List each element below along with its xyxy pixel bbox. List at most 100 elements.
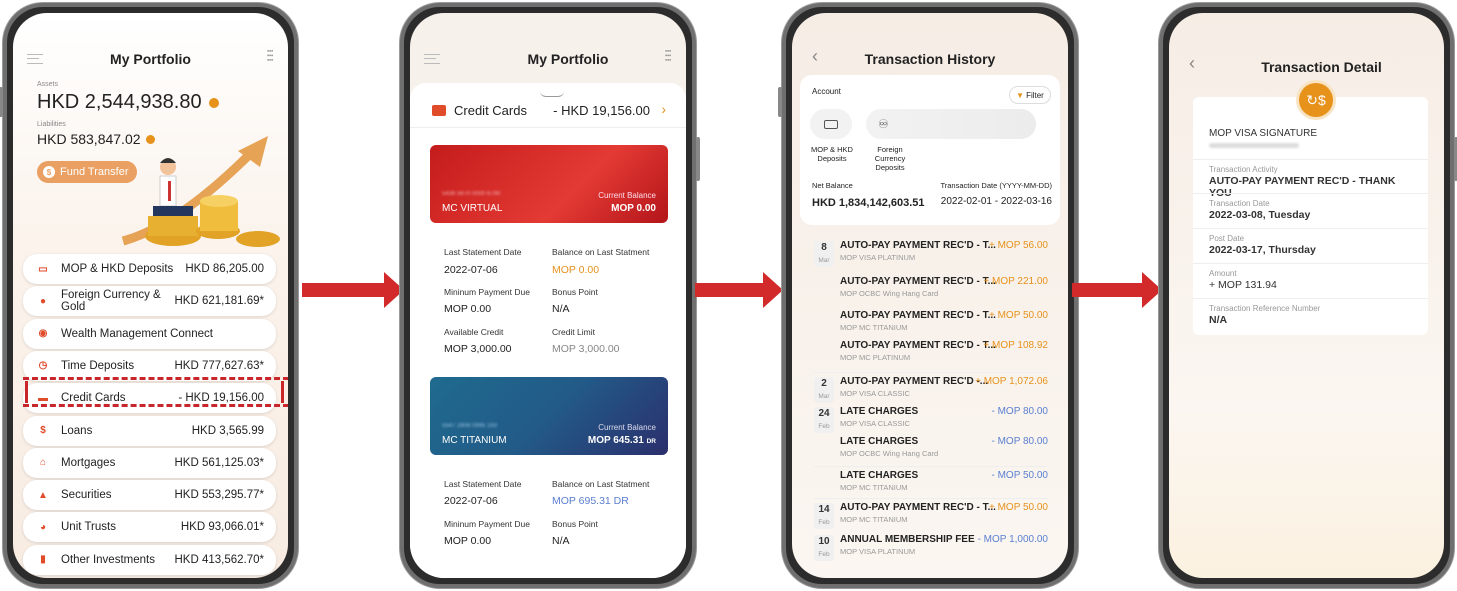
net-balance-label: Net Balance [812,181,853,190]
money-bag-icon: $ [40,425,46,436]
date-badge: 2 Mar [814,377,834,403]
transaction-row[interactable]: 24 Feb LATE CHARGES MOP VISA CLASSIC - MOP 8… [814,405,1048,435]
flow-arrow [302,272,404,308]
portfolio-row[interactable]: ▭ MOP & HKD Deposits HKD 86,205.00 [23,254,276,284]
field-label: Balance on Last Statment [552,247,650,257]
transaction-title: AUTO-PAY PAYMENT REC'D - T... [840,502,996,513]
transaction-card: MOP VISA PLATINUM [840,547,916,556]
portfolio-row[interactable]: ◉ Wealth Management Connect [23,318,276,349]
phone-portfolio: My Portfolio ⫶⫶⫶ Assets HKD 2,544,938.80… [0,3,298,588]
sheet: Credit Cards - HKD 19,156.00 › 5436 5670… [410,83,686,578]
transaction-title: AUTO-PAY PAYMENT REC'D - T... [840,240,996,251]
transaction-row[interactable]: LATE CHARGES MOP OCBC Wing Hang Card - MOP… [814,435,1048,465]
transaction-row[interactable]: 8 Mar AUTO-PAY PAYMENT REC'D - T... MOP VIS… [814,239,1048,269]
filter-label: Filter [1026,90,1044,100]
transaction-amount: + MOP 50.00 [988,310,1048,321]
back-icon[interactable]: ‹ [1189,53,1195,74]
transaction-title: LATE CHARGES [840,436,919,447]
transaction-card: MOP OCBC Wing Hang Card [840,289,939,298]
card-mc-virtual[interactable]: 5436 5670 0000 6790 MC VIRTUAL Current B… [430,145,668,223]
transaction-row[interactable]: 2 Mar AUTO-PAY PAYMENT REC'D -... MOP VISA … [814,372,1048,405]
filter-icon: ▼ [1016,90,1025,100]
ref-label: Transaction Reference Number [1209,304,1321,313]
field-label: Credit Limit [552,327,595,337]
row-label: Securities [61,489,112,502]
portfolio-row[interactable]: ◕ Unit Trusts HKD 93,066.01* [23,512,276,543]
portfolio-row[interactable]: ● Foreign Currency & Gold HKD 621,181.69* [23,286,276,317]
transaction-title: AUTO-PAY PAYMENT REC'D - T... [840,340,996,351]
field-label: Balance on Last Statment [552,479,650,489]
chevron-right-icon[interactable]: › [661,101,666,117]
info-icon[interactable] [209,98,220,108]
securities-icon: ▲ [38,489,48,501]
transaction-title: LATE CHARGES [840,406,919,417]
row-value: HKD 93,066.01* [180,521,264,534]
credit-cards-screen: My Portfolio ⫶⫶⫶ Credit Cards - HKD 19,1… [410,13,686,578]
transaction-row[interactable]: AUTO-PAY PAYMENT REC'D - T... MOP OCBC Wi… [814,275,1048,305]
transaction-row[interactable]: AUTO-PAY PAYMENT REC'D - T... MOP MC PLAT… [814,339,1048,369]
card-number: 5436 5670 0000 6790 [442,191,501,197]
account-mop-hkd[interactable] [810,109,852,139]
field-value: N/A [552,535,570,547]
account-label: Account [812,87,841,96]
portfolio-row[interactable]: ▲ Securities HKD 553,295.77* [23,480,276,511]
field-label: Last Statement Date [444,247,522,257]
activity-label: Transaction Activity [1209,165,1278,174]
transaction-amount: - MOP 1,000.00 [977,534,1048,545]
transaction-card: MOP MC TITANIUM [840,515,908,524]
portfolio-row[interactable]: $ Loans HKD 3,565.99 [23,415,276,446]
highlight-left-edge [25,381,28,403]
card-name: MOP VISA SIGNATURE [1209,128,1317,139]
cash-icon [824,119,838,129]
highlight-right-edge [281,381,284,403]
account-foreign[interactable]: ♾ [866,109,1036,139]
transaction-row[interactable]: 10 Feb ANNUAL MEMBERSHIP FEE MOP VISA PLATI… [814,533,1048,563]
row-value: HKD 777,627.63* [174,359,264,372]
date-month: Mar [818,393,830,400]
portfolio-row[interactable]: ▮ Other Investments HKD 413,562.70* [23,544,276,575]
field-value: 2022-07-06 [444,264,498,276]
divider [410,127,686,128]
card-name: MC TITANIUM [442,435,507,446]
divider [1193,193,1428,194]
settings-sliders-icon[interactable]: ⫶⫶⫶ [266,49,274,67]
row-label: Loans [61,424,93,437]
date-day: 24 [818,408,830,419]
time-deposit-icon: ◷ [38,360,48,372]
row-label: Unit Trusts [61,521,116,534]
field-value: MOP 0.00 [552,264,600,276]
row-value: HKD 621,181.69* [174,295,264,308]
menu-icon[interactable] [424,54,440,64]
settings-sliders-icon[interactable]: ⫶⫶⫶ [664,49,672,67]
transaction-card: MOP MC TITANIUM [840,483,908,492]
transaction-title: AUTO-PAY PAYMENT REC'D - T... [840,276,996,287]
ref-value: N/A [1209,314,1228,326]
divider [1193,228,1428,229]
portfolio-screen: My Portfolio ⫶⫶⫶ Assets HKD 2,544,938.80… [13,13,288,578]
date-month: Mar [818,257,830,264]
phone-transaction-history: ‹ Transaction History Account ▼ Filter ♾ … [778,3,1078,588]
field-label: Last Statement Date [444,479,522,489]
detail-card-name: MOP VISA SIGNATURE [1193,127,1428,148]
transaction-row[interactable]: LATE CHARGES MOP MC TITANIUM - MOP 50.00 [814,466,1048,499]
field-label: Mininum Payment Due [444,287,530,297]
date-day: 8 [821,242,827,253]
assets-value-wrap: HKD 2,544,938.80 [37,91,220,114]
portfolio-row[interactable]: ⌂ Mortgages HKD 561,125.03* [23,447,276,478]
transfer-icon: ↻$ [1299,83,1333,117]
section-label: Credit Cards [454,103,527,118]
date-range[interactable]: 2022-02-01 - 2022-03-16 [941,196,1052,207]
date-label: Transaction Date (YYYY-MM-DD) [940,181,1052,190]
balance-wrap: MOP 645.31 DR [588,435,656,446]
phone-transaction-detail: ‹ Transaction Detail ↻$ MOP VISA SIGNATU… [1159,3,1457,588]
date-month: Feb [818,551,830,558]
card-mc-titanium[interactable]: 5547 2808 0995 193 MC TITANIUM Current B… [430,377,668,455]
side-button [778,87,782,117]
row-value: HKD 3,565.99 [191,424,264,437]
transaction-row[interactable]: AUTO-PAY PAYMENT REC'D - T... MOP MC TITA… [814,309,1048,339]
sheet-handle-icon[interactable] [540,91,564,97]
detail-post-date: Post Date 2022-03-17, Thursday [1193,234,1428,256]
filter-button[interactable]: ▼ Filter [1010,87,1050,103]
transaction-row[interactable]: 14 Feb AUTO-PAY PAYMENT REC'D - T... MOP MC… [814,498,1048,531]
detail-tx-date: Transaction Date 2022-03-08, Tuesday [1193,199,1428,221]
